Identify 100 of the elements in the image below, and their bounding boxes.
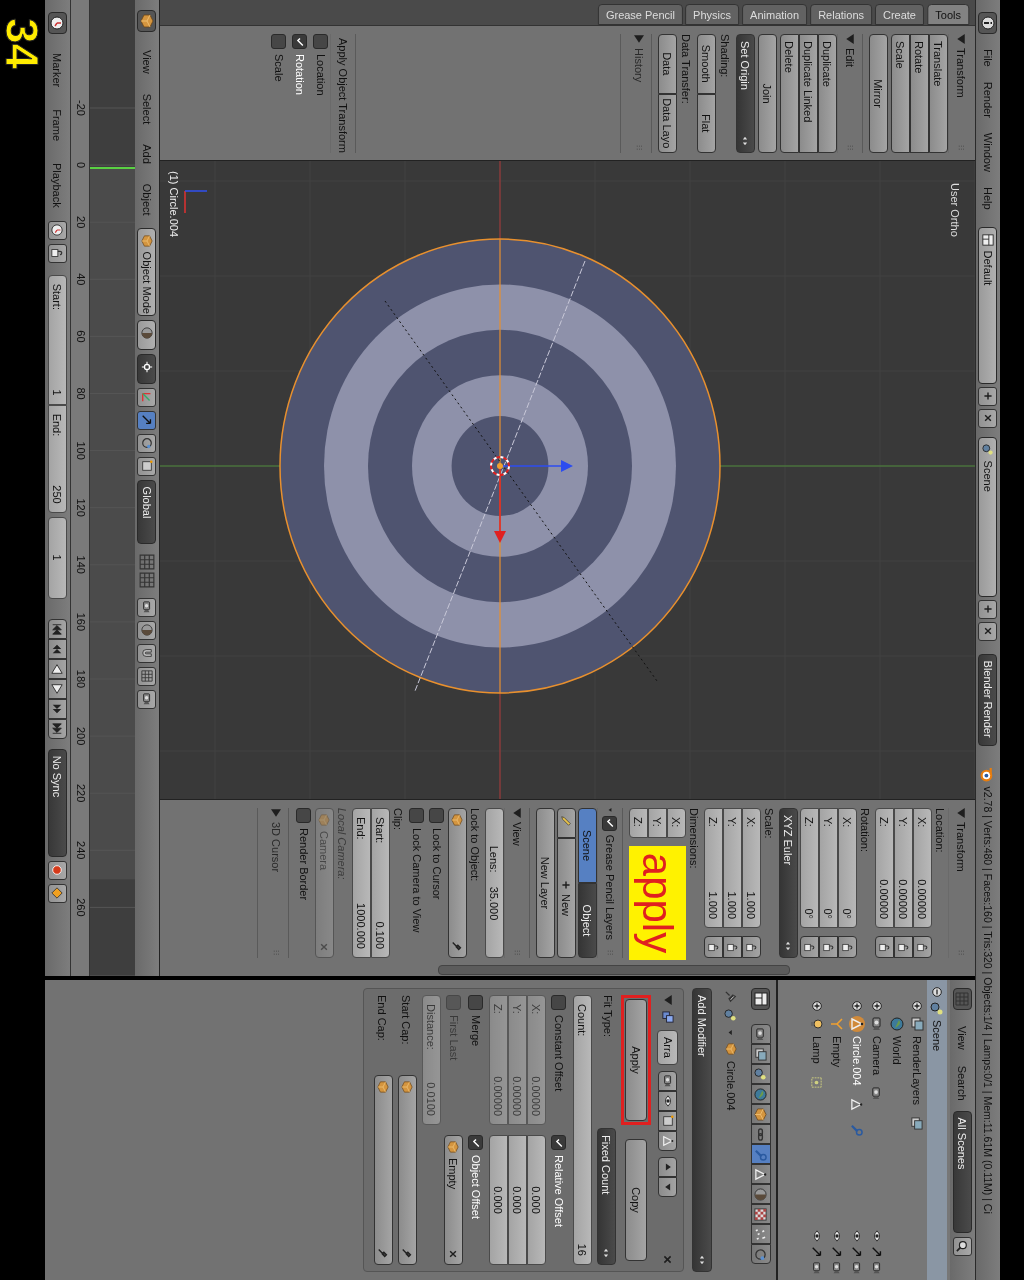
checkbox[interactable] <box>602 815 618 831</box>
number-field[interactable]: Y: <box>648 808 667 838</box>
lock-button[interactable] <box>723 936 742 958</box>
number-field[interactable]: Y: 0.00000 <box>894 808 913 928</box>
number-field[interactable]: 0.000 <box>508 1135 527 1265</box>
number-field[interactable]: X: 0° <box>838 808 857 928</box>
menu-item[interactable]: Window <box>982 126 994 178</box>
action-button[interactable]: Copy <box>625 1139 647 1261</box>
number-field[interactable]: Start: 0.100 <box>371 808 390 958</box>
shading-dropdown[interactable] <box>137 319 157 350</box>
number-field[interactable]: Z: <box>629 808 648 838</box>
checkbox[interactable] <box>429 808 445 823</box>
object-field[interactable] <box>374 1075 393 1265</box>
lock-button[interactable] <box>742 936 761 958</box>
menu-item[interactable]: Playback <box>51 154 64 217</box>
concentric-rings-drawing[interactable] <box>279 238 721 694</box>
tree-item[interactable]: RenderLayers <box>911 1036 923 1106</box>
delete-button[interactable] <box>978 408 998 428</box>
expand-triangle-icon[interactable] <box>634 34 644 44</box>
scale-manipulator-button[interactable] <box>137 456 157 476</box>
tool-button[interactable]: Data <box>658 34 677 94</box>
lock-button[interactable] <box>800 936 819 958</box>
current-frame-field[interactable]: 1 <box>48 516 67 599</box>
tool-button[interactable]: Duplicate <box>818 34 837 153</box>
number-field[interactable]: X: 1.000 <box>742 808 761 928</box>
toggle-button[interactable]: Object <box>578 883 597 958</box>
tool-button[interactable]: Scale <box>891 34 910 153</box>
lock-button[interactable] <box>838 936 857 958</box>
lock-button[interactable] <box>704 936 723 958</box>
number-field[interactable]: X: <box>667 808 686 838</box>
tool-button[interactable]: Rotate <box>910 34 929 153</box>
new-button[interactable]: New <box>557 838 576 958</box>
checkbox[interactable] <box>551 1135 567 1150</box>
checkbox[interactable] <box>551 995 567 1010</box>
expand-icon[interactable] <box>872 1000 882 1012</box>
add-modifier-dropdown[interactable]: Add Modifier <box>692 988 712 1272</box>
tree-item[interactable]: Lamp <box>811 1036 823 1064</box>
tool-button[interactable]: Delete <box>780 34 799 153</box>
vertical-tab[interactable]: Create <box>875 4 925 25</box>
record-button[interactable] <box>48 860 67 880</box>
orientation-dropdown[interactable]: Global <box>137 479 157 544</box>
pivot-dropdown[interactable] <box>137 353 157 384</box>
panel-title[interactable]: Apply Object Transform <box>337 38 349 153</box>
tree-item[interactable]: Camera <box>871 1036 883 1076</box>
menu-item[interactable]: Marker <box>51 44 64 97</box>
move-button[interactable] <box>658 1156 678 1177</box>
add-button[interactable] <box>978 386 998 406</box>
rotate-manipulator-button[interactable] <box>137 433 157 453</box>
tool-button[interactable]: Smooth <box>697 34 716 94</box>
checkbox[interactable] <box>446 995 462 1010</box>
proportional-edit-button[interactable] <box>137 620 157 640</box>
context-tab[interactable] <box>751 1064 771 1084</box>
object-field[interactable]: Empty <box>444 1135 463 1265</box>
expand-icon[interactable] <box>812 1000 822 1012</box>
menu-item[interactable]: File <box>982 43 994 73</box>
add-button[interactable] <box>978 599 998 619</box>
context-tab[interactable] <box>751 1224 771 1244</box>
dropdown-menu[interactable]: XYZ Euler <box>779 808 798 958</box>
tool-button[interactable]: Mirror <box>869 34 888 153</box>
manipulator-button[interactable] <box>137 387 157 407</box>
lock-button[interactable] <box>894 936 913 958</box>
tree-item[interactable]: World <box>891 1036 903 1065</box>
number-field[interactable]: Z: 0.00000 <box>875 808 894 928</box>
search-button[interactable] <box>953 1236 972 1256</box>
name-field[interactable]: Arra <box>657 1030 679 1065</box>
playback-button[interactable] <box>48 638 67 659</box>
number-field[interactable]: End: 1000.000 <box>352 808 371 958</box>
collapse-triangle-icon[interactable] <box>956 808 966 818</box>
checkbox[interactable] <box>292 34 308 49</box>
expand-icon[interactable] <box>912 1000 922 1012</box>
lock-button[interactable] <box>48 243 67 263</box>
action-button[interactable]: Apply <box>625 999 647 1121</box>
number-field[interactable]: Start: 1 <box>48 274 67 405</box>
context-tab[interactable] <box>751 1184 771 1204</box>
keying-set-button[interactable] <box>48 220 67 240</box>
object-field[interactable] <box>398 1075 417 1265</box>
lock-button[interactable] <box>819 936 838 958</box>
checkbox[interactable] <box>271 34 287 49</box>
filter-dropdown[interactable]: All Scenes <box>953 1110 972 1233</box>
vertical-tab[interactable]: Tools <box>927 4 969 25</box>
number-field[interactable]: 0.000 <box>489 1135 508 1265</box>
toggle-button[interactable]: Scene <box>578 808 597 883</box>
expand-triangle-icon[interactable] <box>271 808 281 818</box>
number-field[interactable]: 0.000 <box>527 1135 546 1265</box>
render-button[interactable] <box>137 689 157 709</box>
visibility-toggle[interactable] <box>658 1090 678 1111</box>
panel-title[interactable]: Grease Pencil Layers <box>604 834 616 940</box>
3d-viewport[interactable]: User Ortho (1) Circle.004 <box>160 160 975 800</box>
move-button[interactable] <box>658 1176 678 1197</box>
menu-item[interactable]: Help <box>982 180 994 216</box>
layer-buttons[interactable] <box>139 553 155 588</box>
visibility-toggle[interactable] <box>658 1070 678 1091</box>
tool-button[interactable]: Flat <box>697 93 716 153</box>
tool-button[interactable]: Data Layo <box>658 93 677 153</box>
render-engine-dropdown[interactable]: Blender Render <box>978 653 998 746</box>
vertical-tab[interactable]: Animation <box>742 4 808 25</box>
vertical-tab[interactable]: Physics <box>685 4 740 25</box>
overlay-button[interactable] <box>137 597 157 617</box>
menu-item[interactable]: Frame <box>51 100 64 150</box>
number-field[interactable]: Z: 0.00000 <box>489 995 508 1125</box>
